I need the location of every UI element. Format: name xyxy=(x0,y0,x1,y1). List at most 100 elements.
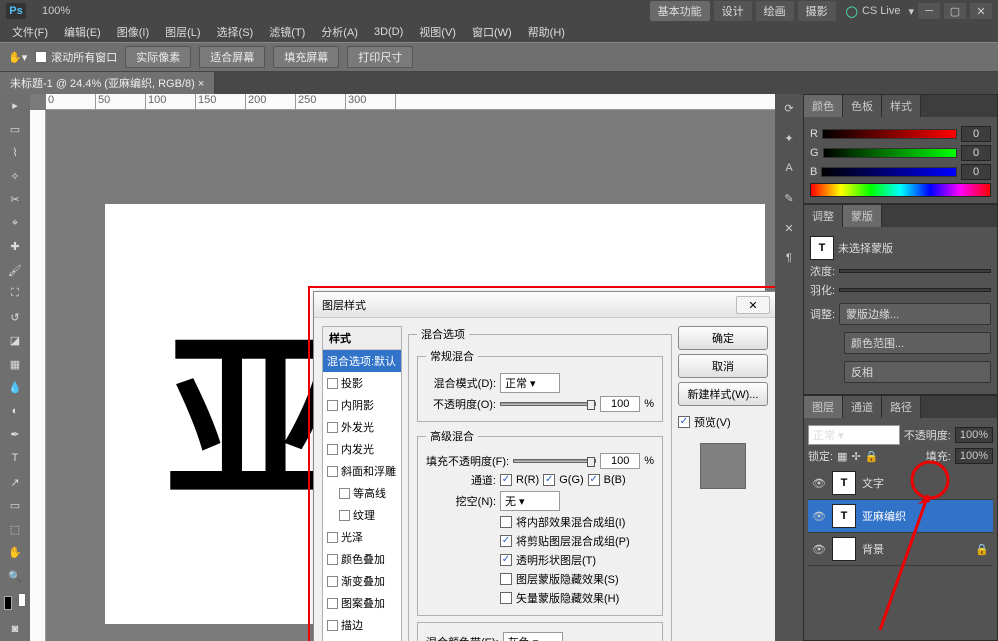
style-item-texture[interactable]: 纹理 xyxy=(323,504,401,526)
visibility-icon[interactable]: 👁 xyxy=(812,543,826,556)
dialog-titlebar[interactable]: 图层样式 ✕ xyxy=(314,292,775,318)
minimize-button[interactable]: ─ xyxy=(918,3,940,19)
lock-position-icon[interactable]: ✢ xyxy=(851,450,860,463)
color-swatches[interactable] xyxy=(0,588,30,618)
brush-panel-icon[interactable]: ✎ xyxy=(779,188,799,208)
visibility-icon[interactable]: 👁 xyxy=(812,510,826,523)
hue-bar[interactable] xyxy=(810,183,991,197)
para-panel-icon[interactable]: ¶ xyxy=(779,248,799,268)
style-item-innerglow[interactable]: 内发光 xyxy=(323,438,401,460)
menu-filter[interactable]: 滤镜(T) xyxy=(261,22,313,42)
stamp-tool-icon[interactable]: ⛶ xyxy=(0,282,30,306)
pen-tool-icon[interactable]: ✒ xyxy=(0,423,30,447)
navigator-panel-icon[interactable]: ✦ xyxy=(779,128,799,148)
heal-tool-icon[interactable]: ✚ xyxy=(0,235,30,259)
scroll-all-checkbox[interactable] xyxy=(35,51,47,63)
menu-image[interactable]: 图像(I) xyxy=(109,22,157,42)
crop-tool-icon[interactable]: ✂ xyxy=(0,188,30,212)
layer-blendmode-select[interactable]: 正常 ▾ xyxy=(808,425,900,445)
channel-r-checkbox[interactable] xyxy=(500,474,512,486)
tab-layers[interactable]: 图层 xyxy=(804,396,843,418)
menu-window[interactable]: 窗口(W) xyxy=(464,22,520,42)
tab-color[interactable]: 颜色 xyxy=(804,95,843,117)
actual-pixels-button[interactable]: 实际像素 xyxy=(125,46,191,68)
g-slider[interactable] xyxy=(823,148,957,158)
history-panel-icon[interactable]: ⟳ xyxy=(779,98,799,118)
workspace-tab-basic[interactable]: 基本功能 xyxy=(650,1,710,21)
tab-adjustments[interactable]: 调整 xyxy=(804,205,843,227)
history-brush-tool-icon[interactable]: ↺ xyxy=(0,306,30,330)
shape-tool-icon[interactable]: ▭ xyxy=(0,494,30,518)
layer-name[interactable]: 亚麻编织 xyxy=(862,508,906,524)
menu-edit[interactable]: 编辑(E) xyxy=(56,22,109,42)
tab-styles[interactable]: 样式 xyxy=(882,95,921,117)
adv-check-4[interactable] xyxy=(500,592,512,604)
preview-checkbox[interactable] xyxy=(678,416,690,428)
quickmask-icon[interactable]: ◙ xyxy=(0,617,30,641)
layer-row-text[interactable]: 👁 T 文字 xyxy=(808,467,993,500)
move-tool-icon[interactable]: ▸ xyxy=(0,94,30,118)
eraser-tool-icon[interactable]: ◪ xyxy=(0,329,30,353)
fill-screen-button[interactable]: 填充屏幕 xyxy=(273,46,339,68)
menu-analysis[interactable]: 分析(A) xyxy=(313,22,366,42)
blend-if-select[interactable]: 灰色 ▾ xyxy=(503,632,563,641)
zoom-tool-icon[interactable]: 🔍 xyxy=(0,564,30,588)
opacity-slider[interactable] xyxy=(500,402,596,406)
ok-button[interactable]: 确定 xyxy=(678,326,768,350)
menu-3d[interactable]: 3D(D) xyxy=(366,24,411,40)
channel-g-checkbox[interactable] xyxy=(543,474,555,486)
feather-input[interactable] xyxy=(839,288,991,292)
style-item-patternoverlay[interactable]: 图案叠加 xyxy=(323,592,401,614)
document-tab[interactable]: 未标题-1 @ 24.4% (亚麻编织, RGB/8) × xyxy=(0,72,215,94)
menu-file[interactable]: 文件(F) xyxy=(4,22,56,42)
layer-row-background[interactable]: 👁 背景 🔒 xyxy=(808,533,993,566)
wand-tool-icon[interactable]: ✧ xyxy=(0,165,30,189)
blend-mode-select[interactable]: 正常 ▾ xyxy=(500,373,560,393)
style-item-blending[interactable]: 混合选项:默认 xyxy=(323,350,401,372)
path-tool-icon[interactable]: ↗ xyxy=(0,470,30,494)
brush-tool-icon[interactable]: 🖌 xyxy=(0,259,30,283)
style-item-dropshadow[interactable]: 投影 xyxy=(323,372,401,394)
style-item-coloroverlay[interactable]: 颜色叠加 xyxy=(323,548,401,570)
3d-tool-icon[interactable]: ⬚ xyxy=(0,517,30,541)
gradient-tool-icon[interactable]: ▦ xyxy=(0,353,30,377)
menu-help[interactable]: 帮助(H) xyxy=(520,22,573,42)
r-slider[interactable] xyxy=(822,129,957,139)
layer-opacity-input[interactable]: 100% xyxy=(955,427,993,443)
style-item-bevel[interactable]: 斜面和浮雕 xyxy=(323,460,401,482)
fill-opacity-input[interactable] xyxy=(600,453,640,469)
dodge-tool-icon[interactable]: ◐ xyxy=(0,400,30,424)
dialog-close-button[interactable]: ✕ xyxy=(736,296,770,314)
maximize-button[interactable]: ▢ xyxy=(944,3,966,19)
workspace-tab-photo[interactable]: 摄影 xyxy=(798,1,836,21)
cslive-button[interactable]: CS Live xyxy=(862,5,901,17)
lock-all-icon[interactable]: 🔒 xyxy=(865,450,879,463)
invert-button[interactable]: 反相 xyxy=(844,361,991,383)
char-panel-icon[interactable]: A xyxy=(779,158,799,178)
new-style-button[interactable]: 新建样式(W)... xyxy=(678,382,768,406)
blur-tool-icon[interactable]: 💧 xyxy=(0,376,30,400)
eyedropper-tool-icon[interactable]: ⌖ xyxy=(0,212,30,236)
type-tool-icon[interactable]: T xyxy=(0,447,30,471)
adv-check-1[interactable] xyxy=(500,535,512,547)
adv-check-3[interactable] xyxy=(500,573,512,585)
density-input[interactable] xyxy=(839,269,991,273)
workspace-tab-paint[interactable]: 绘画 xyxy=(756,1,794,21)
layer-name[interactable]: 文字 xyxy=(862,475,884,491)
workspace-tab-design[interactable]: 设计 xyxy=(714,1,752,21)
lasso-tool-icon[interactable]: ⌇ xyxy=(0,141,30,165)
zoom-level[interactable]: 100% xyxy=(42,5,70,17)
menu-select[interactable]: 选择(S) xyxy=(209,22,262,42)
knockout-select[interactable]: 无 ▾ xyxy=(500,491,560,511)
hand-tool-icon[interactable]: ✋ xyxy=(0,541,30,565)
tab-swatches[interactable]: 色板 xyxy=(843,95,882,117)
visibility-icon[interactable]: 👁 xyxy=(812,477,826,490)
cancel-button[interactable]: 取消 xyxy=(678,354,768,378)
b-slider[interactable] xyxy=(821,167,957,177)
layer-name[interactable]: 背景 xyxy=(862,541,884,557)
g-value[interactable]: 0 xyxy=(961,145,991,161)
style-item-contour[interactable]: 等高线 xyxy=(323,482,401,504)
channel-b-checkbox[interactable] xyxy=(588,474,600,486)
menu-layer[interactable]: 图层(L) xyxy=(157,22,208,42)
opacity-input[interactable] xyxy=(600,396,640,412)
